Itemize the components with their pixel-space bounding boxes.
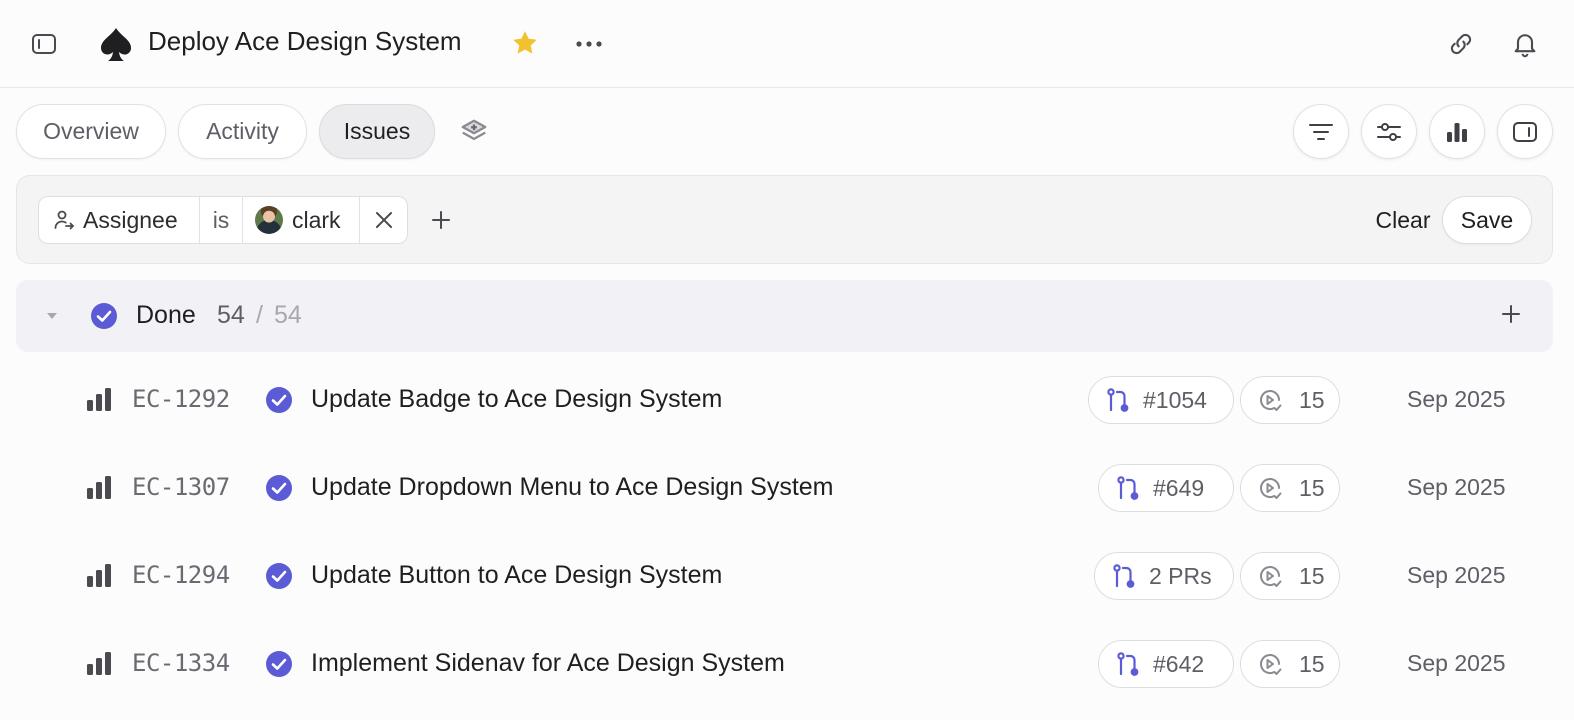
estimate-pill[interactable]: 15 xyxy=(1240,640,1340,688)
issue-id: EC-1307 xyxy=(132,473,230,501)
issue-date: Sep 2025 xyxy=(1407,474,1506,500)
issue-title[interactable]: Update Button to Ace Design System xyxy=(311,561,722,590)
estimate-pill[interactable]: 15 xyxy=(1240,376,1340,424)
issue-date: Sep 2025 xyxy=(1407,562,1506,588)
side-panel-icon xyxy=(1512,120,1538,144)
filter-chip: Assignee is clark xyxy=(38,196,408,244)
group-total: 54 xyxy=(274,301,302,329)
add-view-layers-icon[interactable] xyxy=(455,114,493,150)
issue-row[interactable]: EC-1307 Update Dropdown Menu to Ace Desi… xyxy=(0,444,1574,532)
issue-date: Sep 2025 xyxy=(1407,650,1506,676)
tab-issues[interactable]: Issues xyxy=(319,104,435,159)
issue-id: EC-1334 xyxy=(132,649,230,677)
group-count-separator: / xyxy=(256,301,263,329)
save-view-button[interactable]: Save xyxy=(1442,196,1532,244)
pull-request-label: #1054 xyxy=(1143,386,1207,413)
filter-icon xyxy=(1308,121,1334,143)
display-options-icon xyxy=(1376,121,1402,143)
filter-value-label: clark xyxy=(292,206,341,233)
filter-value[interactable]: clark xyxy=(243,197,360,243)
filter-operator[interactable]: is xyxy=(200,197,243,243)
insights-button[interactable] xyxy=(1429,104,1485,159)
display-options-button[interactable] xyxy=(1361,104,1417,159)
assignee-avatar[interactable] xyxy=(1355,558,1391,594)
caret-down-icon[interactable] xyxy=(44,308,60,324)
sidebar-toggle-icon[interactable] xyxy=(28,28,60,60)
pull-request-icon xyxy=(1115,475,1141,501)
done-status-icon[interactable] xyxy=(265,474,293,502)
assignee-avatar[interactable] xyxy=(1355,382,1391,418)
issue-id: EC-1294 xyxy=(132,561,230,589)
add-issue-icon[interactable] xyxy=(1500,303,1526,329)
more-icon[interactable] xyxy=(572,28,606,60)
assignee-avatar[interactable] xyxy=(1355,470,1391,506)
project-title[interactable]: Deploy Ace Design System xyxy=(148,26,462,57)
assignee-icon xyxy=(53,209,75,231)
priority-icon[interactable] xyxy=(86,652,112,676)
pull-request-pill[interactable]: #642 xyxy=(1098,640,1234,688)
estimate-value: 15 xyxy=(1299,650,1325,677)
pull-request-pill[interactable]: #649 xyxy=(1098,464,1234,512)
spade-icon xyxy=(98,24,134,64)
pull-request-icon xyxy=(1105,387,1131,413)
pull-request-pill[interactable]: #1054 xyxy=(1088,376,1234,424)
priority-icon[interactable] xyxy=(86,476,112,500)
estimate-pill[interactable]: 15 xyxy=(1240,552,1340,600)
clear-filters-button[interactable]: Clear xyxy=(1362,196,1444,244)
side-panel-button[interactable] xyxy=(1497,104,1553,159)
issue-title[interactable]: Update Badge to Ace Design System xyxy=(311,385,722,414)
done-status-icon[interactable] xyxy=(265,650,293,678)
pull-request-icon xyxy=(1111,563,1137,589)
group-count: 54 xyxy=(217,301,245,329)
estimate-value: 15 xyxy=(1299,474,1325,501)
pull-request-label: 2 PRs xyxy=(1149,562,1212,589)
tab-overview[interactable]: Overview xyxy=(16,104,166,159)
tab-activity[interactable]: Activity xyxy=(178,104,307,159)
estimate-pill[interactable]: 15 xyxy=(1240,464,1340,512)
filter-bar: Assignee is clark Clear Save xyxy=(16,175,1553,264)
priority-icon[interactable] xyxy=(86,564,112,588)
filter-attribute[interactable]: Assignee xyxy=(39,197,200,243)
cycle-icon xyxy=(1257,563,1283,589)
close-icon xyxy=(375,211,393,229)
done-status-icon[interactable] xyxy=(265,562,293,590)
issue-title[interactable]: Implement Sidenav for Ace Design System xyxy=(311,649,785,678)
priority-icon[interactable] xyxy=(86,388,112,412)
done-status-icon[interactable] xyxy=(265,386,293,414)
issue-title[interactable]: Update Dropdown Menu to Ace Design Syste… xyxy=(311,473,834,502)
estimate-value: 15 xyxy=(1299,562,1325,589)
done-status-icon xyxy=(90,302,118,330)
filter-button[interactable] xyxy=(1293,104,1349,159)
cycle-icon xyxy=(1257,651,1283,677)
assignee-avatar[interactable] xyxy=(1355,646,1391,682)
bell-icon[interactable] xyxy=(1508,27,1542,61)
remove-filter-button[interactable] xyxy=(360,197,407,243)
avatar xyxy=(255,206,283,234)
cycle-icon xyxy=(1257,475,1283,501)
link-icon[interactable] xyxy=(1444,27,1478,61)
issue-row[interactable]: EC-1334 Implement Sidenav for Ace Design… xyxy=(0,620,1574,708)
cycle-icon xyxy=(1257,387,1283,413)
pull-request-icon xyxy=(1115,651,1141,677)
group-name: Done xyxy=(136,301,196,329)
chart-icon xyxy=(1445,120,1469,144)
issue-row[interactable]: EC-1294 Update Button to Ace Design Syst… xyxy=(0,532,1574,620)
add-filter-icon[interactable] xyxy=(427,206,455,234)
issue-id: EC-1292 xyxy=(132,385,230,413)
filter-attribute-label: Assignee xyxy=(83,206,178,233)
pull-request-pill[interactable]: 2 PRs xyxy=(1094,552,1234,600)
star-icon[interactable] xyxy=(508,26,542,60)
pull-request-label: #649 xyxy=(1153,474,1205,501)
issue-date: Sep 2025 xyxy=(1407,386,1506,412)
top-bar: Deploy Ace Design System xyxy=(0,0,1574,88)
pull-request-label: #642 xyxy=(1153,650,1205,677)
group-header-done[interactable]: Done 54 / 54 xyxy=(16,280,1553,352)
issue-row[interactable]: EC-1292 Update Badge to Ace Design Syste… xyxy=(0,356,1574,444)
estimate-value: 15 xyxy=(1299,386,1325,413)
